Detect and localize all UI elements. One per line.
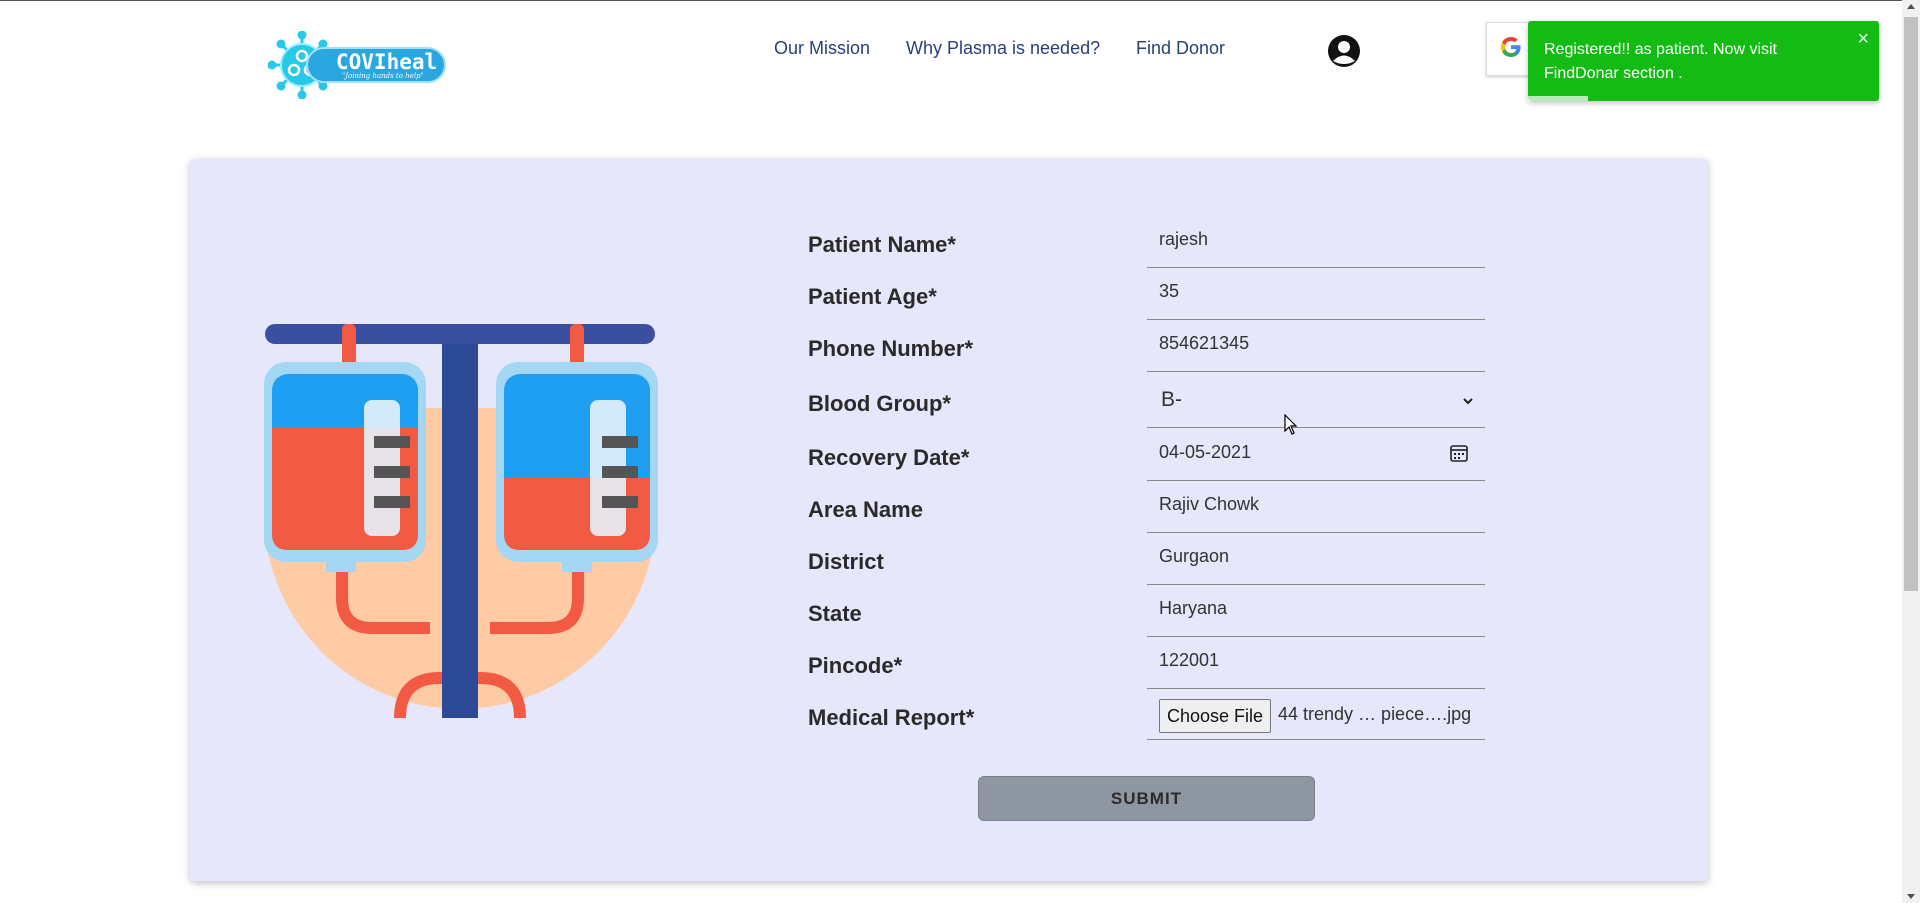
toast-message: Registered!! as patient. Now visit FindD… (1544, 41, 1777, 82)
label-state: State (808, 601, 862, 626)
chevron-down-icon (1463, 398, 1473, 405)
label-patient-name: Patient Name* (808, 232, 956, 257)
selected-file-name: 44 trendy … piece….jpg (1278, 704, 1472, 724)
logo-text: COVIheal (336, 50, 438, 74)
district-input[interactable]: Gurgaon (1147, 535, 1485, 585)
page-scrollbar[interactable] (1902, 0, 1920, 903)
phone-number-input[interactable]: 854621345 (1147, 322, 1485, 372)
logo-tagline: "Joining hands to help" (342, 72, 424, 80)
label-patient-age: Patient Age* (808, 284, 937, 309)
scroll-thumb[interactable] (1904, 17, 1918, 591)
nav-our-mission[interactable]: Our Mission (774, 38, 870, 59)
label-recovery-date: Recovery Date* (808, 445, 970, 470)
scroll-down-icon[interactable] (1907, 894, 1915, 899)
top-border (0, 0, 1920, 1)
blood-group-select[interactable]: B- (1147, 378, 1485, 428)
label-pincode: Pincode* (808, 653, 903, 678)
toast-progress-bar (1528, 96, 1588, 101)
label-medical-report: Medical Report* (808, 705, 975, 730)
coviheal-logo[interactable]: COVIheal "Joining hands to help" (268, 31, 448, 101)
google-icon (1501, 37, 1521, 57)
blood-bag-illustration (260, 318, 660, 718)
nav-why-plasma[interactable]: Why Plasma is needed? (906, 38, 1100, 59)
label-phone-number: Phone Number* (808, 336, 974, 361)
nav-find-donor[interactable]: Find Donor (1136, 38, 1225, 59)
label-district: District (808, 549, 884, 574)
success-toast: Registered!! as patient. Now visit FindD… (1528, 21, 1879, 101)
pincode-input[interactable]: 122001 (1147, 639, 1485, 689)
recovery-date-input[interactable]: 04-05-2021 (1147, 431, 1485, 481)
state-input[interactable]: Haryana (1147, 587, 1485, 637)
area-name-input[interactable]: Rajiv Chowk (1147, 483, 1485, 533)
submit-button[interactable]: SUBMIT (978, 776, 1315, 821)
scroll-up-icon[interactable] (1907, 4, 1915, 9)
medical-report-file-input[interactable]: Choose File 44 trendy … piece….jpg (1147, 689, 1485, 740)
patient-age-input[interactable]: 35 (1147, 270, 1485, 320)
calendar-icon[interactable] (1449, 443, 1469, 463)
label-blood-group: Blood Group* (808, 391, 951, 416)
toast-close-icon[interactable]: × (1857, 27, 1869, 51)
patient-name-input[interactable]: rajesh (1147, 218, 1485, 268)
choose-file-button[interactable]: Choose File (1159, 699, 1271, 733)
label-area-name: Area Name (808, 497, 923, 522)
user-account-icon[interactable] (1327, 34, 1361, 68)
